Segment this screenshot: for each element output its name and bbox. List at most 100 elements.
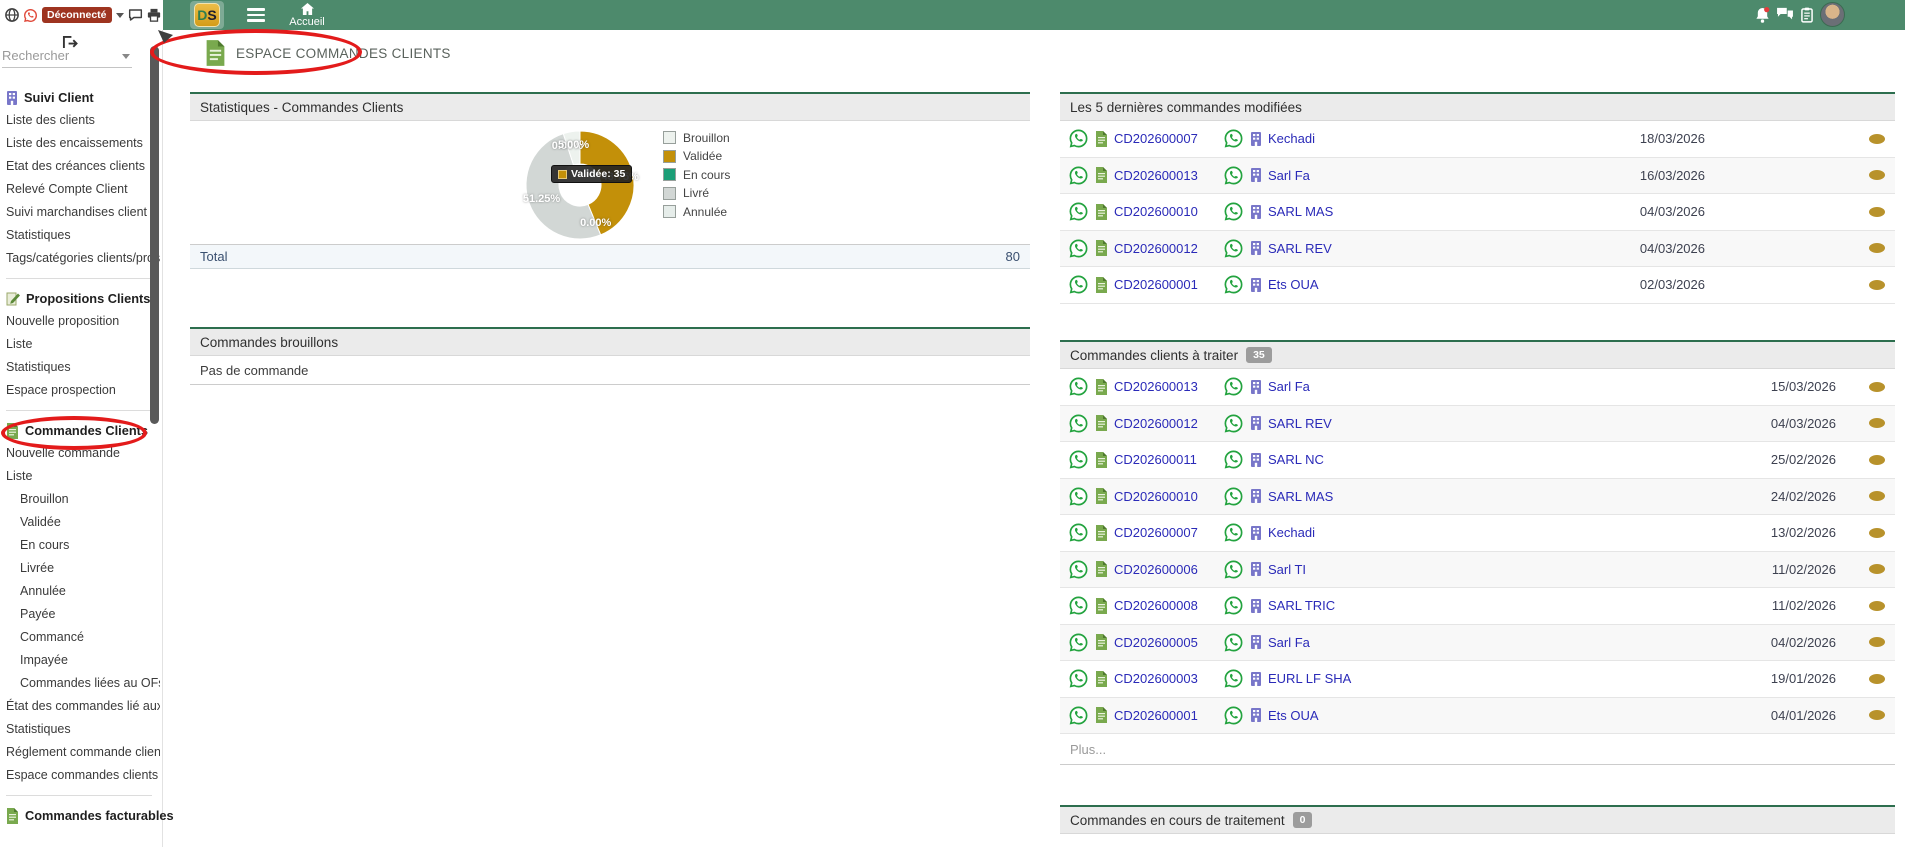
order-ref-link[interactable]: CD202600008: [1114, 598, 1198, 613]
sidebar-item-valid-e[interactable]: Validée: [6, 511, 160, 534]
sidebar-item-tags-cat-gories-clients-prosp-[interactable]: Tags/catégories clients/prosp.: [6, 247, 160, 270]
whatsapp-icon[interactable]: [1068, 165, 1089, 186]
sidebar-item-nouvelle-proposition[interactable]: Nouvelle proposition: [6, 310, 160, 333]
order-ref-link[interactable]: CD202600007: [1114, 131, 1198, 146]
globe-icon[interactable]: [5, 8, 19, 22]
whatsapp-icon[interactable]: [1068, 413, 1089, 434]
whatsapp-icon[interactable]: [1223, 632, 1244, 653]
whatsapp-icon[interactable]: [1223, 201, 1244, 222]
chat-bubbles-icon[interactable]: [1776, 7, 1794, 22]
sidebar-item--tat-des-commandes-li-aux-[interactable]: État des commandes lié aux ...: [6, 695, 160, 718]
sidebar-item-nouvelle-commande[interactable]: Nouvelle commande: [6, 442, 160, 465]
client-link[interactable]: SARL TRIC: [1268, 598, 1335, 613]
sidebar-item-livr-e[interactable]: Livrée: [6, 557, 160, 580]
sidebar-item-liste[interactable]: Liste: [6, 333, 160, 356]
whatsapp-icon[interactable]: [1068, 376, 1089, 397]
sidebar-item-r-glement-commande-client[interactable]: Réglement commande client: [6, 741, 160, 764]
order-row[interactable]: CD202600005 Sarl Fa 04/02/2026: [1060, 624, 1895, 661]
client-link[interactable]: Sarl Fa: [1268, 168, 1310, 183]
whatsapp-icon[interactable]: [1223, 413, 1244, 434]
order-ref-link[interactable]: CD202600001: [1114, 277, 1198, 292]
client-link[interactable]: SARL NC: [1268, 452, 1324, 467]
client-link[interactable]: SARL MAS: [1268, 489, 1333, 504]
whatsapp-icon[interactable]: [23, 8, 38, 23]
order-row[interactable]: CD202600012 SARL REV 04/03/2026: [1060, 405, 1895, 442]
sidebar-item-suivi-marchandises-client[interactable]: Suivi marchandises client: [6, 201, 160, 224]
sidebar-item-pay-e[interactable]: Payée: [6, 603, 160, 626]
order-ref-link[interactable]: CD202600013: [1114, 379, 1198, 394]
sidebar-item-espace-prospection[interactable]: Espace prospection: [6, 379, 160, 402]
sidebar-item-espace-commandes-clients[interactable]: Espace commandes clients: [6, 764, 160, 787]
whatsapp-icon[interactable]: [1068, 668, 1089, 689]
order-row[interactable]: CD202600001 Ets OUA 04/01/2026: [1060, 697, 1895, 734]
sidebar-item-etat-des-cr-ances-clients[interactable]: Etat des créances clients: [6, 155, 160, 178]
order-ref-link[interactable]: CD202600006: [1114, 562, 1198, 577]
client-link[interactable]: Ets OUA: [1268, 708, 1319, 723]
comment-icon[interactable]: [128, 8, 143, 22]
order-ref-link[interactable]: CD202600010: [1114, 204, 1198, 219]
whatsapp-icon[interactable]: [1068, 705, 1089, 726]
sidebar-section-propositions-clients[interactable]: Propositions Clients: [6, 287, 160, 310]
whatsapp-icon[interactable]: [1223, 376, 1244, 397]
sidebar-item-annul-e[interactable]: Annulée: [6, 580, 160, 603]
order-ref-link[interactable]: CD202600012: [1114, 416, 1198, 431]
order-row[interactable]: CD202600007 Kechadi 13/02/2026: [1060, 515, 1895, 552]
whatsapp-icon[interactable]: [1223, 274, 1244, 295]
sidebar-section-commandes-facturables[interactable]: Commandes facturables: [6, 804, 174, 827]
client-link[interactable]: Sarl TI: [1268, 562, 1306, 577]
client-link[interactable]: SARL REV: [1268, 416, 1332, 431]
sidebar-item-liste[interactable]: Liste: [6, 465, 160, 488]
sidebar-item-en-cours[interactable]: En cours: [6, 534, 160, 557]
order-ref-link[interactable]: CD202600011: [1114, 452, 1197, 467]
order-ref-link[interactable]: CD202600007: [1114, 525, 1198, 540]
whatsapp-icon[interactable]: [1223, 486, 1244, 507]
whatsapp-icon[interactable]: [1223, 128, 1244, 149]
bell-icon[interactable]: [1755, 7, 1770, 23]
order-row[interactable]: CD202600012 SARL REV 04/03/2026: [1060, 230, 1895, 267]
whatsapp-icon[interactable]: [1223, 559, 1244, 580]
chevron-down-icon[interactable]: [115, 12, 124, 18]
sidebar-section-commandes-clients[interactable]: Commandes Clients: [6, 419, 160, 442]
sidebar-item-brouillon[interactable]: Brouillon: [6, 488, 160, 511]
whatsapp-icon[interactable]: [1068, 486, 1089, 507]
sidebar-item-liste-des-clients[interactable]: Liste des clients: [6, 109, 160, 132]
whatsapp-icon[interactable]: [1223, 165, 1244, 186]
sidebar-item-commandes-li-es-au-ofs[interactable]: Commandes liées au OFs: [6, 672, 160, 695]
whatsapp-icon[interactable]: [1068, 201, 1089, 222]
order-ref-link[interactable]: CD202600012: [1114, 241, 1198, 256]
whatsapp-icon[interactable]: [1223, 668, 1244, 689]
order-row[interactable]: CD202600013 Sarl Fa 16/03/2026: [1060, 157, 1895, 194]
app-logo[interactable]: DS: [194, 3, 220, 27]
clipboard-icon[interactable]: [1801, 7, 1813, 23]
order-row[interactable]: CD202600006 Sarl TI 11/02/2026: [1060, 551, 1895, 588]
order-row[interactable]: CD202600011 SARL NC 25/02/2026: [1060, 442, 1895, 479]
avatar[interactable]: [1820, 2, 1845, 27]
order-row[interactable]: CD202600008 SARL TRIC 11/02/2026: [1060, 588, 1895, 625]
client-link[interactable]: Ets OUA: [1268, 277, 1319, 292]
order-row[interactable]: CD202600007 Kechadi 18/03/2026: [1060, 121, 1895, 158]
whatsapp-icon[interactable]: [1223, 705, 1244, 726]
whatsapp-icon[interactable]: [1223, 595, 1244, 616]
client-link[interactable]: Kechadi: [1268, 131, 1315, 146]
sidebar-item-statistiques[interactable]: Statistiques: [6, 718, 160, 741]
order-row[interactable]: CD202600001 Ets OUA 02/03/2026: [1060, 267, 1895, 304]
order-ref-link[interactable]: CD202600003: [1114, 671, 1198, 686]
order-row[interactable]: CD202600013 Sarl Fa 15/03/2026: [1060, 369, 1895, 406]
sidebar-section-suivi-client[interactable]: Suivi Client: [6, 86, 160, 109]
order-ref-link[interactable]: CD202600013: [1114, 168, 1198, 183]
sidebar-item-statistiques[interactable]: Statistiques: [6, 356, 160, 379]
more-link[interactable]: Plus...: [1060, 734, 1895, 765]
client-link[interactable]: Sarl Fa: [1268, 379, 1310, 394]
client-link[interactable]: SARL MAS: [1268, 204, 1333, 219]
status-badge[interactable]: Déconnecté: [42, 7, 112, 23]
order-ref-link[interactable]: CD202600001: [1114, 708, 1198, 723]
whatsapp-icon[interactable]: [1223, 449, 1244, 470]
search-input[interactable]: [2, 48, 114, 63]
whatsapp-icon[interactable]: [1068, 238, 1089, 259]
sidebar-scrollbar[interactable]: [150, 46, 159, 424]
sidebar-item-impay-e[interactable]: Impayée: [6, 649, 160, 672]
whatsapp-icon[interactable]: [1068, 559, 1089, 580]
order-row[interactable]: CD202600010 SARL MAS 04/03/2026: [1060, 194, 1895, 231]
whatsapp-icon[interactable]: [1068, 128, 1089, 149]
whatsapp-icon[interactable]: [1068, 522, 1089, 543]
